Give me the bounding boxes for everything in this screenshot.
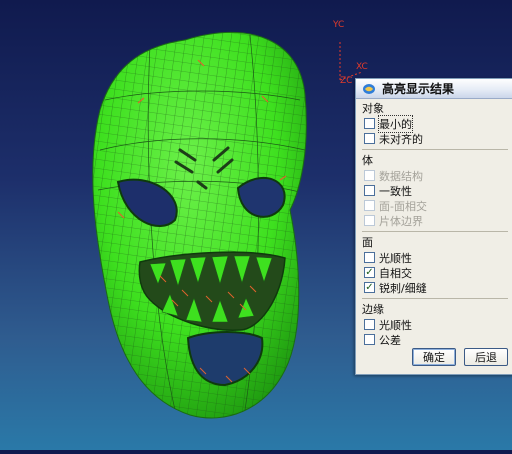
axis-triad bbox=[339, 40, 363, 81]
option-face-face-intersection: 面-面相交 bbox=[362, 198, 508, 213]
option-label: 锐刺/细缝 bbox=[379, 281, 427, 295]
checkbox-data-structure bbox=[364, 170, 375, 181]
option-label: 光顺性 bbox=[379, 318, 412, 332]
checkbox-tolerance[interactable] bbox=[364, 334, 375, 345]
ok-button[interactable]: 确定 bbox=[412, 348, 456, 366]
checkbox-sheet-boundary bbox=[364, 215, 375, 226]
group-label-face: 面 bbox=[362, 236, 373, 249]
axis-label-xc: XC bbox=[356, 62, 368, 72]
option-label: 光顺性 bbox=[379, 251, 412, 265]
option-face-smoothness[interactable]: 光顺性 bbox=[362, 250, 508, 265]
option-consistency[interactable]: 一致性 bbox=[362, 183, 508, 198]
option-data-structure: 数据结构 bbox=[362, 168, 508, 183]
option-label: 自相交 bbox=[379, 266, 412, 280]
axis-label-zc: ZC bbox=[340, 76, 353, 86]
group-face: 面 光顺性 自相交 锐刺/细缝 bbox=[362, 236, 508, 299]
option-label: 片体边界 bbox=[379, 214, 423, 228]
group-object: 对象 最小的 未对齐的 bbox=[362, 102, 508, 150]
option-label: 最小的 bbox=[378, 114, 413, 133]
option-label: 数据结构 bbox=[379, 169, 423, 183]
option-label: 未对齐的 bbox=[379, 132, 423, 146]
axis-label-yc: YC bbox=[333, 20, 345, 30]
option-sheet-boundary: 片体边界 bbox=[362, 213, 508, 228]
option-misaligned[interactable]: 未对齐的 bbox=[362, 131, 508, 146]
group-label-body: 体 bbox=[362, 154, 373, 167]
checkbox-smallest[interactable] bbox=[364, 118, 375, 129]
option-self-intersection[interactable]: 自相交 bbox=[362, 265, 508, 280]
dialog-body: 对象 最小的 未对齐的 体 数据结构 一致性 面-面相交 片体边界 面 光顺性 … bbox=[356, 99, 512, 350]
checkbox-consistency[interactable] bbox=[364, 185, 375, 196]
group-label-edge: 边缘 bbox=[362, 303, 384, 316]
group-body: 体 数据结构 一致性 面-面相交 片体边界 bbox=[362, 154, 508, 232]
highlight-results-dialog: 高亮显示结果 对象 最小的 未对齐的 体 数据结构 一致性 面-面相交 片体边界… bbox=[355, 78, 512, 375]
checkbox-self-intersection[interactable] bbox=[364, 267, 375, 278]
checkbox-face-smoothness[interactable] bbox=[364, 252, 375, 263]
checkbox-misaligned[interactable] bbox=[364, 133, 375, 144]
option-tolerance[interactable]: 公差 bbox=[362, 332, 508, 347]
checkbox-edge-smoothness[interactable] bbox=[364, 319, 375, 330]
option-label: 一致性 bbox=[379, 184, 412, 198]
option-label: 面-面相交 bbox=[379, 199, 427, 213]
checkbox-face-face-intersection bbox=[364, 200, 375, 211]
dialog-buttons: 确定 后退 bbox=[356, 348, 512, 366]
group-label-object: 对象 bbox=[362, 102, 384, 115]
option-label: 公差 bbox=[379, 333, 401, 347]
option-smallest[interactable]: 最小的 bbox=[362, 114, 508, 133]
option-spikes-slits[interactable]: 锐刺/细缝 bbox=[362, 280, 508, 295]
dialog-title: 高亮显示结果 bbox=[382, 82, 455, 96]
group-edge: 边缘 光顺性 公差 bbox=[362, 303, 508, 350]
dialog-titlebar[interactable]: 高亮显示结果 bbox=[356, 79, 512, 99]
app-icon bbox=[363, 83, 375, 94]
checkbox-spikes-slits[interactable] bbox=[364, 282, 375, 293]
back-button[interactable]: 后退 bbox=[464, 348, 508, 366]
option-edge-smoothness[interactable]: 光顺性 bbox=[362, 317, 508, 332]
